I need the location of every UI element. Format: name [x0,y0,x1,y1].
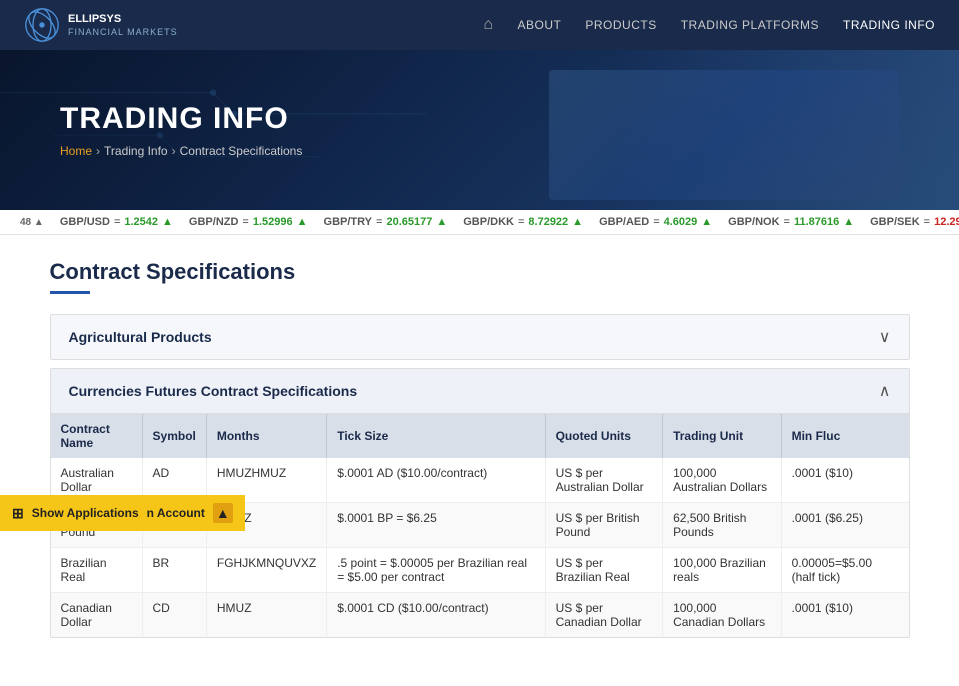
breadcrumb-sep1: › [96,144,100,158]
ticker-gbpnok: GBP/NOK = 11.87616 ▲ [728,216,854,228]
breadcrumb-current: Contract Specifications [180,144,303,158]
table-cell-col6: .0001 ($10) [781,458,908,503]
page-heading: Contract Specifications [50,259,910,285]
navbar: ELLIPSYS FINANCIAL MARKETS ⌂ ABOUT PRODU… [0,0,959,50]
ticker-gbptry: GBP/TRY = 20.65177 ▲ [324,216,448,228]
table-cell-col4: US $ per Brazilian Real [545,548,662,593]
ticker-bar: 48 ▲ GBP/USD = 1.2542 ▲ GBP/NZD = 1.5299… [0,210,959,235]
brand: ELLIPSYS FINANCIAL MARKETS [24,7,178,43]
hero-title: TRADING INFO [60,102,302,136]
breadcrumb-sep2: › [172,144,176,158]
table-cell-col3: $.0001 CD ($10.00/contract) [327,593,545,638]
nav-trading-info[interactable]: TRADING INFO [843,18,935,32]
nav-trading-platforms[interactable]: TRADING PLATFORMS [681,18,819,32]
hero-content: TRADING INFO Home › Trading Info › Contr… [0,102,362,158]
apps-label: Show Applications [32,506,139,520]
table-header: Contract Name Symbol Months Tick Size Qu… [51,414,909,458]
col-tick-size: Tick Size [327,414,545,458]
nav-home-icon[interactable]: ⌂ [483,16,493,34]
ticker-gbpsek: GBP/SEK = 12.29244 ▼ [870,216,959,228]
table-body: Australian DollarADHMUZHMUZ$.0001 AD ($1… [51,458,909,637]
table-cell-col1: BR [142,548,206,593]
ticker-gbpdkk: GBP/DKK = 8.72922 ▲ [463,216,583,228]
table-cell-col5: 62,500 British Pounds [663,503,782,548]
heading-underline [50,291,90,294]
col-trading-unit: Trading Unit [663,414,782,458]
apps-icon: ⊞ [12,505,24,522]
accordion-agricultural: Agricultural Products ∨ [50,314,910,360]
col-symbol: Symbol [142,414,206,458]
main-content: Contract Specifications Agricultural Pro… [30,235,930,686]
ticker-gbpnzd: GBP/NZD = 1.52996 ▲ [189,216,308,228]
accordion-currencies-header[interactable]: Currencies Futures Contract Specificatio… [51,369,909,413]
table-cell-col1: CD [142,593,206,638]
ticker-count: 48 ▲ [20,217,44,228]
bottom-bar[interactable]: ⊞ Show Applications n Account ▲ [0,495,245,531]
table-cell-col2: FGHJKMNQUVXZ [206,548,326,593]
breadcrumb-section[interactable]: Trading Info [104,144,168,158]
accordion-agricultural-icon: ∨ [879,327,891,347]
table-cell-col4: US $ per Australian Dollar [545,458,662,503]
table-cell-col5: 100,000 Australian Dollars [663,458,782,503]
accordion-currencies-icon: ∧ [879,381,891,401]
nav-products[interactable]: PRODUCTS [585,18,656,32]
table-cell-col4: US $ per Canadian Dollar [545,593,662,638]
accordion-agricultural-title: Agricultural Products [69,329,212,345]
table-cell-col3: $.0001 AD ($10.00/contract) [327,458,545,503]
col-min-fluc: Min Fluc [781,414,908,458]
table-cell-col0: Brazilian Real [51,548,143,593]
breadcrumb: Home › Trading Info › Contract Specifica… [60,144,302,158]
table-row: Canadian DollarCDHMUZ$.0001 CD ($10.00/c… [51,593,909,638]
col-contract-name: Contract Name [51,414,143,458]
table-row: Brazilian RealBRFGHJKMNQUVXZ.5 point = $… [51,548,909,593]
nav-links: ⌂ ABOUT PRODUCTS TRADING PLATFORMS TRADI… [483,16,935,34]
brand-name: ELLIPSYS [68,13,178,26]
table-cell-col4: US $ per British Pound [545,503,662,548]
account-label: n Account [147,506,205,520]
col-quoted-units: Quoted Units [545,414,662,458]
hero-banner: TRADING INFO Home › Trading Info › Contr… [0,50,959,210]
breadcrumb-home[interactable]: Home [60,144,92,158]
nav-about[interactable]: ABOUT [518,18,562,32]
table-cell-col5: 100,000 Brazilian reals [663,548,782,593]
expand-button[interactable]: ▲ [213,503,233,523]
table-cell-col6: .0001 ($6.25) [781,503,908,548]
table-cell-col6: 0.00005=$5.00 (half tick) [781,548,908,593]
table-cell-col3: $.0001 BP = $6.25 [327,503,545,548]
table-cell-col2: HMUZ [206,593,326,638]
col-months: Months [206,414,326,458]
table-cell-col0: Canadian Dollar [51,593,143,638]
table-cell-col6: .0001 ($10) [781,593,908,638]
brand-logo-icon [24,7,60,43]
accordion-agricultural-header[interactable]: Agricultural Products ∨ [51,315,909,359]
ticker-gbpusd: GBP/USD = 1.2542 ▲ [60,216,173,228]
table-cell-col3: .5 point = $.00005 per Brazilian real = … [327,548,545,593]
accordion-currencies-title: Currencies Futures Contract Specificatio… [69,383,358,399]
ticker-gbpaed: GBP/AED = 4.6029 ▲ [599,216,712,228]
brand-subtitle: FINANCIAL MARKETS [68,27,178,37]
table-cell-col5: 100,000 Canadian Dollars [663,593,782,638]
